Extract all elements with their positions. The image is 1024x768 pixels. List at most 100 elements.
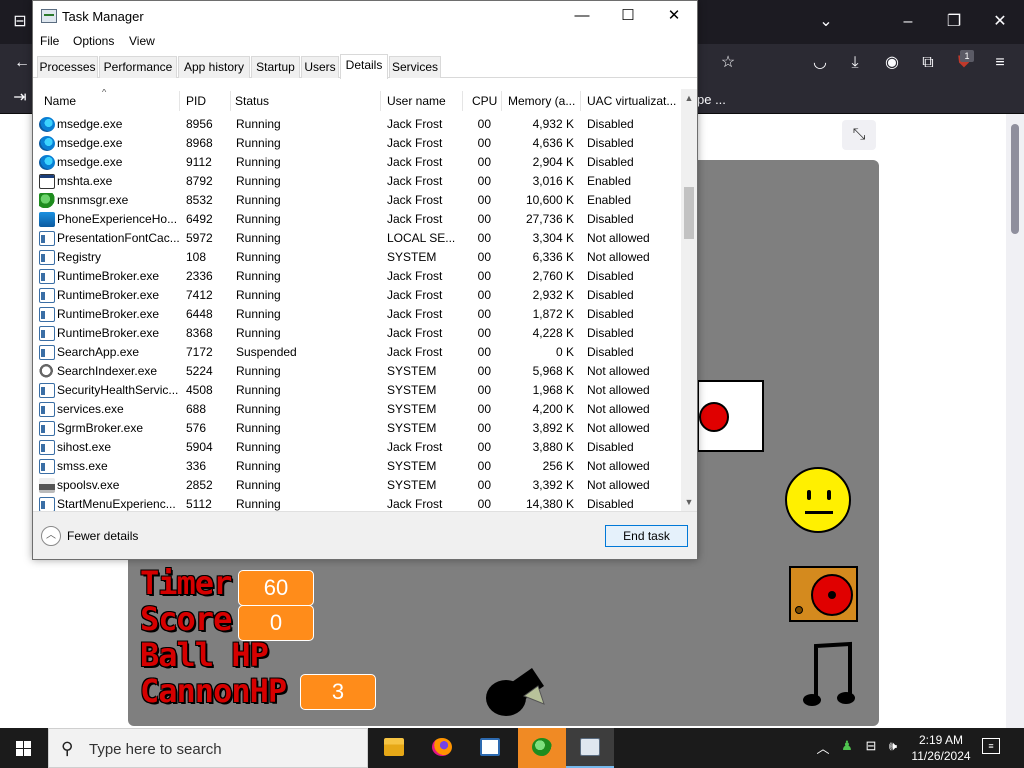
menu-view[interactable]: View (129, 34, 155, 48)
tab-overview-icon[interactable]: ⊟ (8, 12, 32, 34)
show-hidden-icons-icon[interactable]: ︿ (814, 738, 832, 757)
column-memory[interactable]: Memory (a... (508, 94, 575, 108)
app-icon (39, 383, 55, 398)
table-row[interactable]: RuntimeBroker.exe 8368 Running Jack Frost 00… (33, 324, 681, 343)
turntable-icon[interactable] (789, 566, 858, 622)
extensions-icon[interactable]: ⧉ (916, 53, 940, 75)
column-pid[interactable]: PID (186, 94, 206, 108)
process-memory: 27,736 K (525, 212, 574, 226)
task-manager-titlebar[interactable]: Task Manager — ☐ ✕ (33, 1, 697, 31)
close-button[interactable]: ✕ (651, 1, 697, 31)
tab-performance[interactable]: Performance (99, 56, 177, 78)
menu-options[interactable]: Options (73, 34, 114, 48)
task-manager-taskbar-icon[interactable] (566, 728, 614, 768)
scrollbar-thumb[interactable] (684, 187, 694, 239)
table-row[interactable]: SearchApp.exe 7172 Suspended Jack Frost 00 0 … (33, 343, 681, 362)
table-row[interactable]: PhoneExperienceHo... 6492 Running Jack Fros… (33, 210, 681, 229)
column-name[interactable]: Name (44, 94, 76, 108)
table-row[interactable]: StartMenuExperienc... 5112 Running Jack Fro… (33, 495, 681, 511)
table-row[interactable]: mshta.exe 8792 Running Jack Frost 00 3,016 K E… (33, 172, 681, 191)
tab-services[interactable]: Services (389, 56, 441, 78)
table-row[interactable]: SearchIndexer.exe 5224 Running SYSTEM 00 5,96… (33, 362, 681, 381)
messenger-tray-icon[interactable]: ♟ (838, 738, 856, 754)
process-name: SgrmBroker.exe (57, 421, 144, 435)
tab-users[interactable]: Users (301, 56, 339, 78)
minimize-button[interactable]: — (559, 1, 605, 31)
table-scrollbar[interactable]: ▲ ▼ (681, 89, 697, 511)
table-row[interactable]: RuntimeBroker.exe 2336 Running Jack Frost 00… (33, 267, 681, 286)
bookmark-item[interactable]: pe ... (697, 92, 726, 107)
process-pid: 5904 (186, 440, 213, 454)
scroll-up-icon[interactable]: ▲ (681, 91, 697, 105)
minimize-icon[interactable]: – (896, 12, 920, 34)
tab-app-history[interactable]: App history (178, 56, 250, 78)
maximize-button[interactable]: ☐ (605, 1, 651, 31)
process-status: Running (236, 231, 281, 245)
menu-file[interactable]: File (40, 34, 59, 48)
process-user: LOCAL SE... (387, 231, 456, 245)
fewer-details-link[interactable]: Fewer details (67, 529, 138, 543)
table-row[interactable]: msedge.exe 9112 Running Jack Frost 00 2,904 K… (33, 153, 681, 172)
scroll-down-icon[interactable]: ▼ (681, 495, 697, 509)
tab-startup[interactable]: Startup (251, 56, 300, 78)
chevron-up-icon[interactable]: ︿ (41, 526, 61, 546)
tab-details[interactable]: Details (340, 54, 388, 79)
account-icon[interactable]: ◉ (880, 53, 904, 75)
exit-fullscreen-icon[interactable]: ⤡ (842, 120, 876, 150)
table-row[interactable]: SecurityHealthServic... 4508 Running SYSTEM… (33, 381, 681, 400)
volume-icon[interactable]: 🕪 (884, 738, 902, 754)
process-pid: 2852 (186, 478, 213, 492)
app-window-icon[interactable] (466, 728, 514, 768)
taskbar-search-box[interactable]: ⚲ Type here to search (48, 728, 368, 768)
process-uac: Not allowed (587, 459, 650, 473)
process-uac: Disabled (587, 326, 634, 340)
back-icon[interactable]: ← (10, 53, 34, 75)
column-cpu[interactable]: CPU (472, 94, 497, 108)
msn-messenger-icon[interactable] (518, 728, 566, 768)
notification-icon[interactable]: ≡ (982, 738, 1000, 754)
pocket-icon[interactable]: ◡ (808, 53, 832, 75)
file-explorer-icon[interactable] (370, 728, 418, 768)
firefox-icon[interactable] (418, 728, 466, 768)
page-scrollbar[interactable] (1006, 114, 1024, 728)
table-row[interactable]: RuntimeBroker.exe 7412 Running Jack Frost 00… (33, 286, 681, 305)
table-row[interactable]: spoolsv.exe 2852 Running SYSTEM 00 3,392 K Not… (33, 476, 681, 495)
bookmark-star-icon[interactable]: ☆ (716, 53, 740, 75)
end-task-button[interactable]: End task (605, 525, 688, 547)
page-scrollbar-thumb[interactable] (1011, 124, 1019, 234)
column-user-name[interactable]: User name (387, 94, 446, 108)
close-icon[interactable]: ✕ (988, 12, 1012, 34)
table-row[interactable]: PresentationFontCac... 5972 Running LOCAL S… (33, 229, 681, 248)
restore-icon[interactable]: ❐ (942, 12, 966, 34)
downloads-icon[interactable]: ⤓ (843, 53, 867, 75)
table-row[interactable]: Registry 108 Running SYSTEM 00 6,336 K Not all… (33, 248, 681, 267)
column-status[interactable]: Status (235, 94, 269, 108)
network-icon[interactable]: ⊟ (862, 738, 880, 754)
process-user: Jack Frost (387, 497, 443, 511)
process-status: Running (236, 269, 281, 283)
clock[interactable]: 2:19 AM 11/26/2024 (906, 732, 976, 764)
tab-processes[interactable]: Processes (37, 56, 98, 78)
import-bookmarks-icon[interactable]: ⇥ (8, 88, 32, 110)
start-button[interactable] (0, 728, 48, 768)
process-cpu: 00 (477, 497, 491, 511)
process-name: msnmsgr.exe (57, 193, 129, 207)
app-icon (39, 402, 55, 417)
table-row[interactable]: sihost.exe 5904 Running Jack Frost 00 3,880 K… (33, 438, 681, 457)
process-status: Running (236, 250, 281, 264)
table-row[interactable]: SgrmBroker.exe 576 Running SYSTEM 00 3,892 K N… (33, 419, 681, 438)
table-row[interactable]: RuntimeBroker.exe 6448 Running Jack Frost 00… (33, 305, 681, 324)
process-uac: Disabled (587, 212, 634, 226)
cannon-hp-value: 3 (300, 674, 376, 710)
table-row[interactable]: services.exe 688 Running SYSTEM 00 4,200 K Not… (33, 400, 681, 419)
ball-hp-label: Ball HP (140, 636, 269, 674)
list-all-tabs-icon[interactable]: ⌄ (814, 12, 838, 34)
table-row[interactable]: msnmsgr.exe 8532 Running Jack Frost 00 10,600… (33, 191, 681, 210)
table-row[interactable]: smss.exe 336 Running SYSTEM 00 256 K Not allow… (33, 457, 681, 476)
column-uac[interactable]: UAC virtualizat... (587, 94, 676, 108)
app-icon (39, 421, 55, 436)
menu-icon[interactable]: ≡ (988, 53, 1012, 75)
process-memory: 3,016 K (532, 174, 574, 188)
table-row[interactable]: msedge.exe 8968 Running Jack Frost 00 4,636 K… (33, 134, 681, 153)
table-row[interactable]: msedge.exe 8956 Running Jack Frost 00 4,932 K… (33, 115, 681, 134)
